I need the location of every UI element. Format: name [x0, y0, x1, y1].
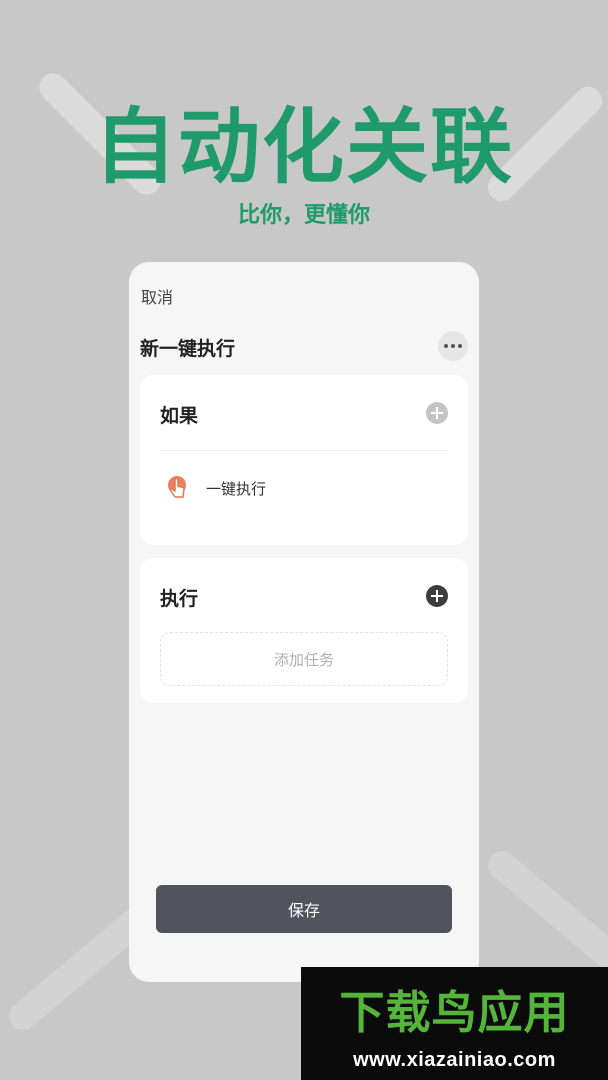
action-card: 执行 添加任务	[140, 558, 468, 703]
automation-editor-screen: 取消 新一键执行 如果 一键执行 执行 添加任务 保存	[129, 262, 479, 982]
if-section-title: 如果	[160, 405, 199, 427]
watermark-title: 下载鸟应用	[339, 986, 570, 1039]
add-action-icon[interactable]	[426, 585, 448, 607]
watermark-url: www.xiazainiao.com	[353, 1049, 556, 1071]
decorative-stripe	[482, 845, 608, 983]
trigger-label: 一键执行	[206, 479, 267, 498]
do-section-title: 执行	[160, 588, 199, 610]
divider	[160, 450, 448, 451]
promo-title: 自动化关联	[93, 100, 514, 195]
save-button[interactable]: 保存	[156, 885, 452, 933]
hand-tap-icon	[160, 471, 194, 505]
scene-title[interactable]: 新一键执行	[140, 334, 235, 361]
watermark: 下载鸟应用 www.xiazainiao.com	[301, 967, 608, 1080]
cancel-button[interactable]: 取消	[141, 284, 173, 308]
more-icon[interactable]	[438, 331, 468, 361]
trigger-item[interactable]: 一键执行	[160, 468, 266, 508]
add-condition-icon[interactable]	[426, 402, 448, 424]
promo-subtitle: 比你，更懂你	[237, 203, 370, 228]
add-task-button[interactable]: 添加任务	[160, 632, 448, 686]
if-condition-card: 如果 一键执行	[140, 375, 468, 545]
